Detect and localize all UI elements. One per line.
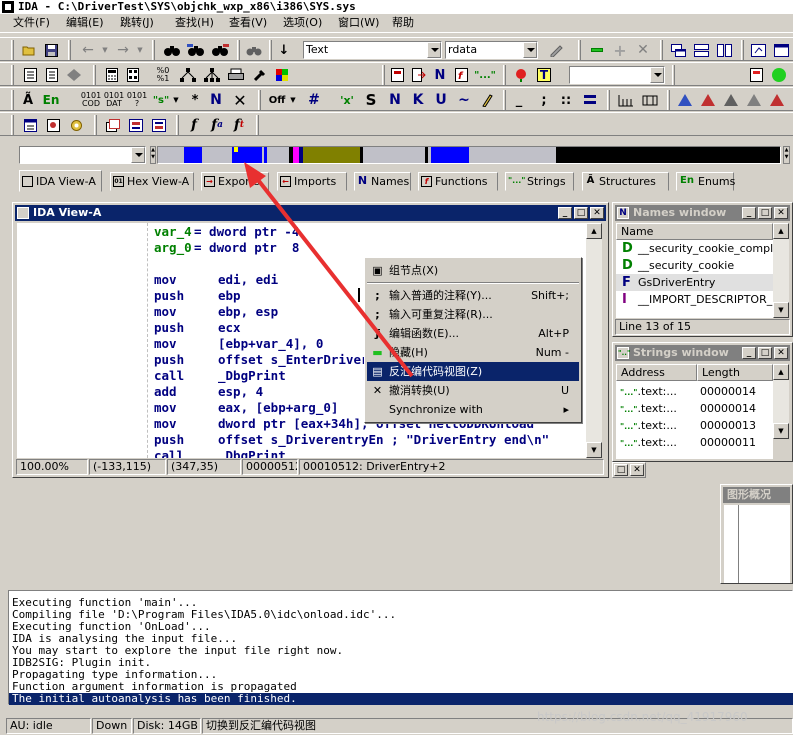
annotation-arrow (244, 162, 414, 378)
annotation-arrow-shaft (253, 174, 414, 378)
watermark: https://blog.csdn.net/qq_41917960 (537, 710, 748, 724)
